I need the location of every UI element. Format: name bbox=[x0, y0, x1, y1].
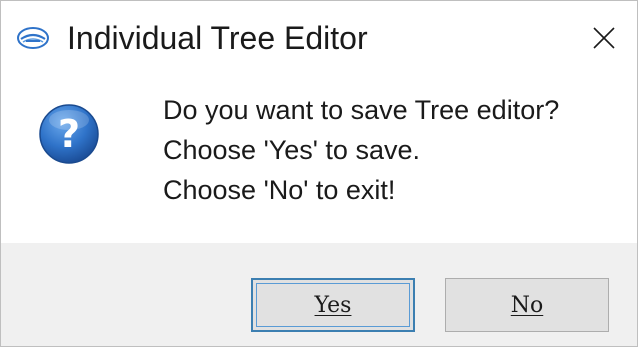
close-icon bbox=[593, 27, 615, 49]
message-line-3: Choose 'No' to exit! bbox=[163, 175, 396, 205]
svg-text:?: ? bbox=[58, 112, 80, 156]
yes-button-label: Yes bbox=[314, 292, 352, 318]
no-button[interactable]: No bbox=[445, 278, 609, 332]
no-button-label: No bbox=[510, 292, 544, 318]
close-button[interactable] bbox=[579, 13, 629, 63]
button-bar: Yes No bbox=[1, 243, 637, 346]
app-logo-icon bbox=[17, 27, 49, 49]
window-title: Individual Tree Editor bbox=[67, 20, 368, 56]
message-dialog: Individual Tree Editor ? Do you want to … bbox=[0, 0, 638, 347]
message-text: Do you want to save Tree editor? Choose … bbox=[163, 90, 559, 210]
yes-button[interactable]: Yes bbox=[251, 278, 415, 332]
question-icon: ? bbox=[39, 104, 99, 164]
title-bar[interactable]: Individual Tree Editor bbox=[1, 1, 637, 71]
dialog-content: ? Do you want to save Tree editor? Choos… bbox=[1, 71, 637, 243]
message-line-2: Choose 'Yes' to save. bbox=[163, 135, 420, 165]
message-line-1: Do you want to save Tree editor? bbox=[163, 95, 560, 125]
